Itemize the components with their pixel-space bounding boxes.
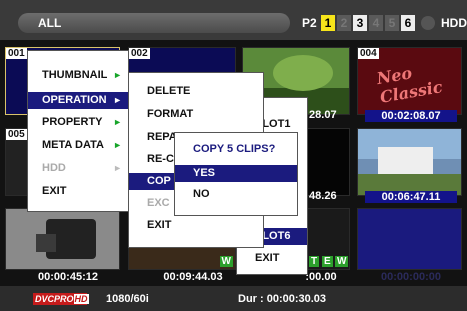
menu-item-exit[interactable]: EXIT: [129, 217, 263, 234]
video-format: 1080/60i: [106, 293, 149, 305]
menu-item-property[interactable]: PROPERTY ►: [28, 114, 128, 131]
neo-classic-logo: Neo Classic: [375, 63, 444, 107]
clip-number: 001: [6, 48, 27, 59]
submenu-arrow-icon: ►: [113, 70, 122, 80]
clip-timecode: 00:00:45:12: [38, 271, 98, 283]
clip-timecode: 00:06:47.11: [365, 191, 457, 203]
wide-badge: W: [335, 256, 349, 267]
clip-thumbnail-012[interactable]: [357, 208, 462, 270]
text-memo-badge: T: [309, 256, 320, 267]
clip-thumbnail-009[interactable]: 009: [5, 208, 120, 270]
menu-item-exit[interactable]: EXIT: [28, 183, 128, 200]
menu-item-format[interactable]: FORMAT: [129, 106, 263, 123]
essence-mark-badge: E: [322, 256, 333, 267]
menu-item-label: META DATA: [42, 139, 104, 151]
clip-number: 002: [129, 48, 150, 59]
villa-image: [358, 129, 461, 195]
menu-item-exit[interactable]: EXIT: [237, 250, 307, 267]
submenu-arrow-icon: ►: [113, 163, 122, 173]
clip-timecode: 00:02:08.07: [365, 110, 457, 122]
submenu-arrow-icon: ►: [113, 117, 122, 127]
menu-item-label: THUMBNAIL: [42, 69, 108, 81]
clip-duration: Dur : 00:00:30.03: [238, 293, 327, 305]
slot-1-indicator[interactable]: 1: [321, 15, 335, 31]
clip-thumbnail-008[interactable]: 008: [357, 128, 462, 196]
camera-image: [6, 209, 119, 269]
slot-4-indicator[interactable]: 4: [369, 15, 383, 31]
menu-item-thumbnail[interactable]: THUMBNAIL ►: [28, 67, 128, 84]
submenu-arrow-icon: ►: [113, 140, 122, 150]
submenu-arrow-icon: ►: [113, 95, 122, 105]
clip-thumbnail-004[interactable]: 004 Neo Classic: [357, 47, 462, 115]
hdd-label: HDD: [441, 16, 467, 30]
slot-3-indicator[interactable]: 3: [353, 15, 367, 31]
clip-timecode: 00:00:00:00: [381, 271, 441, 283]
menu-item-hdd[interactable]: HDD ►: [28, 160, 128, 177]
slot-2-indicator[interactable]: 2: [337, 15, 351, 31]
copy-confirm-dialog: COPY 5 CLIPS? YES NO: [174, 132, 298, 216]
menu-item-delete[interactable]: DELETE: [129, 83, 263, 100]
menu-item-label: OPERATION: [42, 94, 107, 106]
clip-filter-mode[interactable]: ALL: [18, 13, 290, 33]
confirm-yes-button[interactable]: YES: [175, 165, 297, 182]
dvcpro-hd-logo: DVCPROHD: [33, 293, 89, 305]
menu-item-operation[interactable]: OPERATION ►: [28, 92, 128, 109]
clip-number: 005: [6, 129, 27, 140]
clip-timecode: 00:09:44.03: [163, 271, 223, 283]
main-menu: THUMBNAIL ► OPERATION ► PROPERTY ► META …: [27, 50, 129, 212]
confirm-question: COPY 5 CLIPS?: [193, 143, 276, 155]
slot-5-indicator[interactable]: 5: [385, 15, 399, 31]
hdd-icon: [421, 16, 435, 30]
menu-item-meta-data[interactable]: META DATA ►: [28, 137, 128, 154]
menu-item-label: EXIT: [42, 185, 67, 197]
p2-label: P2: [302, 16, 317, 30]
confirm-no-button[interactable]: NO: [175, 186, 297, 203]
slot-6-indicator[interactable]: 6: [401, 15, 415, 31]
menu-item-label: PROPERTY: [42, 116, 103, 128]
wide-badge: W: [219, 256, 233, 267]
clip-number: 004: [358, 48, 379, 59]
menu-item-label: HDD: [42, 162, 66, 174]
